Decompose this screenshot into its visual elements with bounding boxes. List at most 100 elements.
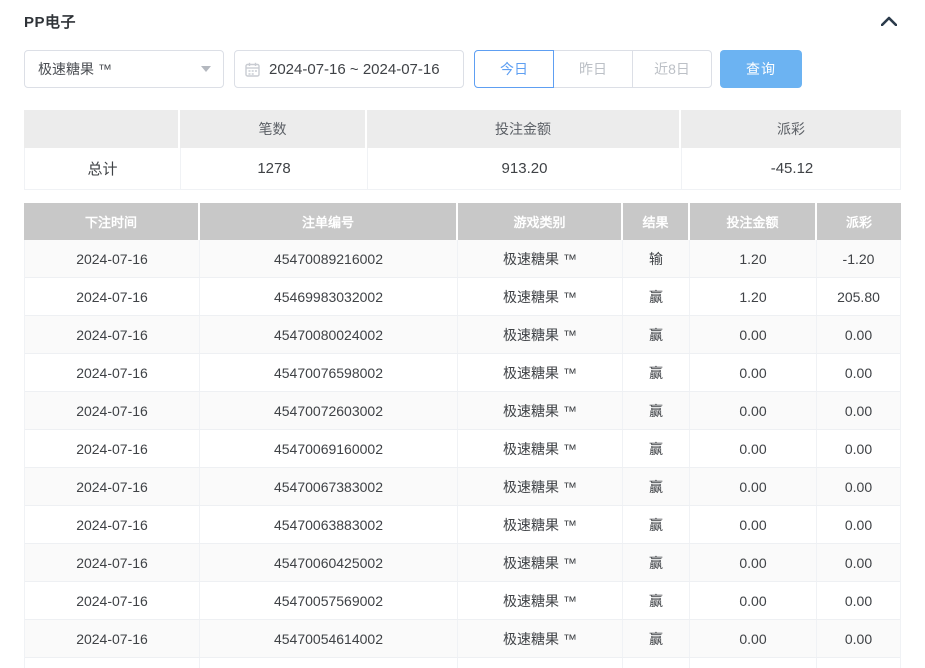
bet-time-cell: 2024-07-16 [25,430,200,467]
empty-cell [25,658,200,668]
records-header-payout: 派彩 [817,203,901,240]
chevron-down-icon [201,66,211,72]
bet-time-cell: 2024-07-16 [25,544,200,581]
result-cell: 输 [623,240,690,277]
table-row: 2024-07-1645470076598002极速糖果 ™赢0.000.00 [25,354,900,392]
bet-amount-cell: 0.00 [690,316,817,353]
date-range-value: 2024-07-16 ~ 2024-07-16 [269,61,440,78]
payout-cell: 0.00 [817,544,900,581]
empty-cell [458,658,623,668]
empty-cell [200,658,458,668]
order-number-cell: 45470080024002 [200,316,458,353]
order-number-cell: 45470063883002 [200,506,458,543]
bet-time-cell: 2024-07-16 [25,506,200,543]
bet-time-cell: 2024-07-16 [25,582,200,619]
result-cell: 赢 [623,620,690,657]
table-row: 2024-07-1645470080024002极速糖果 ™赢0.000.00 [25,316,900,354]
game-type-cell: 极速糖果 ™ [458,240,623,277]
order-number-cell: 45470067383002 [200,468,458,505]
range-button-today[interactable]: 今日 [474,50,554,88]
order-number-cell: 45470057569002 [200,582,458,619]
table-row: 2024-07-1645469983032002极速糖果 ™赢1.20205.8… [25,278,900,316]
summary-total-row: 总计 1278 913.20 -45.12 [24,148,901,190]
panel-header: PP电子 [24,10,901,32]
order-number-cell: 45470060425002 [200,544,458,581]
result-cell: 赢 [623,278,690,315]
summary-header-amount: 投注金额 [367,110,681,148]
bet-amount-cell: 0.00 [690,430,817,467]
result-cell: 赢 [623,544,690,581]
game-type-cell: 极速糖果 ™ [458,506,623,543]
bet-amount-cell: 0.00 [690,392,817,429]
summary-header-payout: 派彩 [681,110,901,148]
game-select[interactable]: 极速糖果 ™ [24,50,224,88]
payout-cell: 205.80 [817,278,900,315]
bet-amount-cell: 1.20 [690,278,817,315]
bet-amount-cell: 1.20 [690,240,817,277]
panel-title: PP电子 [24,11,76,32]
chevron-up-icon [881,16,897,26]
order-number-cell: 45470054614002 [200,620,458,657]
game-select-value: 极速糖果 ™ [38,59,112,79]
records-header-time: 下注时间 [24,203,200,240]
bet-amount-cell: 0.00 [690,468,817,505]
quick-range-group: 今日 昨日 近8日 [474,50,712,88]
records-header-row: 下注时间 注单编号 游戏类别 结果 投注金额 派彩 [24,203,901,240]
game-type-cell: 极速糖果 ™ [458,316,623,353]
summary-header-row: 笔数 投注金额 派彩 [24,110,901,148]
game-type-cell: 极速糖果 ™ [458,620,623,657]
bet-amount-cell: 0.00 [690,544,817,581]
bet-amount-cell: 0.00 [690,506,817,543]
result-cell: 赢 [623,316,690,353]
game-type-cell: 极速糖果 ™ [458,354,623,391]
payout-cell: 0.00 [817,354,900,391]
bet-time-cell: 2024-07-16 [25,278,200,315]
bet-amount-cell: 0.00 [690,354,817,391]
game-type-cell: 极速糖果 ™ [458,582,623,619]
records-header-game: 游戏类别 [458,203,623,240]
payout-cell: 0.00 [817,620,900,657]
order-number-cell: 45469983032002 [200,278,458,315]
order-number-cell: 45470072603002 [200,392,458,429]
summary-payout: -45.12 [682,148,902,189]
result-cell: 赢 [623,468,690,505]
range-button-last8days[interactable]: 近8日 [632,50,712,88]
game-type-cell: 极速糖果 ™ [458,278,623,315]
empty-cell [817,658,900,668]
game-type-cell: 极速糖果 ™ [458,468,623,505]
collapse-button[interactable] [879,11,899,31]
summary-bet-count: 1278 [181,148,368,189]
table-row: 2024-07-1645470072603002极速糖果 ™赢0.000.00 [25,392,900,430]
date-range-picker[interactable]: 2024-07-16 ~ 2024-07-16 [234,50,464,88]
payout-cell: -1.20 [817,240,900,277]
summary-bet-amount: 913.20 [368,148,682,189]
range-button-yesterday[interactable]: 昨日 [553,50,633,88]
table-row: 2024-07-1645470089216002极速糖果 ™输1.20-1.20 [25,240,900,278]
table-row-partial [25,658,900,668]
game-type-cell: 极速糖果 ™ [458,430,623,467]
summary-header-count: 笔数 [180,110,367,148]
order-number-cell: 45470076598002 [200,354,458,391]
payout-cell: 0.00 [817,316,900,353]
summary-header-blank [24,110,180,148]
bet-time-cell: 2024-07-16 [25,392,200,429]
filter-bar: 极速糖果 ™ 2024-07-16 ~ 2024-07-16 今日 昨日 近8日… [24,50,901,88]
result-cell: 赢 [623,582,690,619]
table-row: 2024-07-1645470060425002极速糖果 ™赢0.000.00 [25,544,900,582]
result-cell: 赢 [623,430,690,467]
records-header-amount: 投注金额 [690,203,817,240]
payout-cell: 0.00 [817,582,900,619]
records-body: 2024-07-1645470089216002极速糖果 ™输1.20-1.20… [24,240,901,668]
summary-table: 笔数 投注金额 派彩 总计 1278 913.20 -45.12 [24,110,901,190]
table-row: 2024-07-1645470067383002极速糖果 ™赢0.000.00 [25,468,900,506]
payout-cell: 0.00 [817,430,900,467]
pp-game-panel: PP电子 极速糖果 ™ 2024-07-16 ~ 20 [0,0,925,668]
table-row: 2024-07-1645470057569002极速糖果 ™赢0.000.00 [25,582,900,620]
payout-cell: 0.00 [817,392,900,429]
table-row: 2024-07-1645470069160002极速糖果 ™赢0.000.00 [25,430,900,468]
order-number-cell: 45470089216002 [200,240,458,277]
table-row: 2024-07-1645470054614002极速糖果 ™赢0.000.00 [25,620,900,658]
bet-time-cell: 2024-07-16 [25,240,200,277]
bet-time-cell: 2024-07-16 [25,620,200,657]
query-button[interactable]: 查询 [720,50,802,88]
